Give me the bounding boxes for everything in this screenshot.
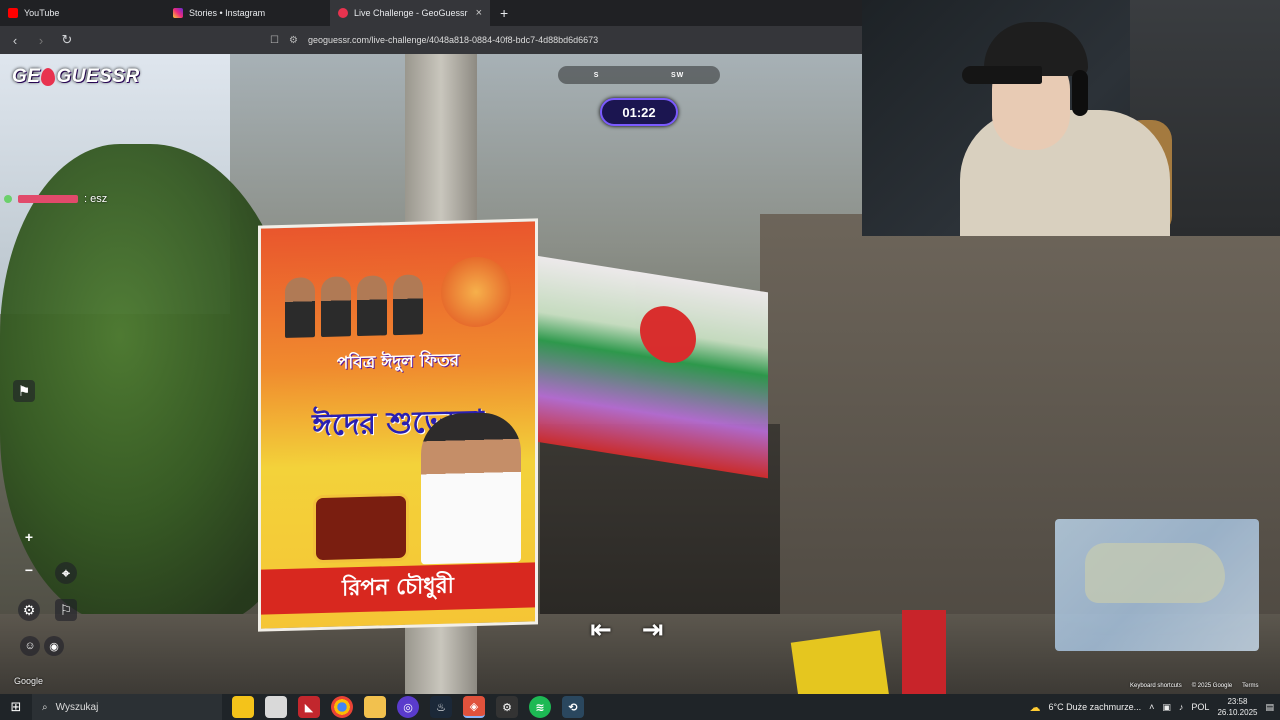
taskbar-apps: ◣ ◎ ♨ ◈ ⚙ ≋ ⟲ xyxy=(232,696,584,718)
poster-portraits xyxy=(285,264,435,338)
tab-title: Stories • Instagram xyxy=(189,8,266,18)
eid-poster: পবিত্র ঈদুল ফিতর ঈদের শুভেচ্ছা রিপন চৌধু… xyxy=(258,218,538,632)
green-banner xyxy=(536,255,768,479)
network-icon[interactable]: ▣ xyxy=(1162,702,1171,713)
face xyxy=(357,275,387,337)
forward-button[interactable]: › xyxy=(34,33,48,48)
folder-icon[interactable] xyxy=(364,696,386,718)
logo-text-left: GE xyxy=(12,66,41,87)
windows-start-icon[interactable]: ⊞ xyxy=(0,699,32,715)
taskbar-search[interactable]: ⌕ Wyszukaj xyxy=(32,694,222,720)
instagram-icon xyxy=(173,8,183,18)
close-tab-icon[interactable]: × xyxy=(476,7,482,19)
file-explorer-icon[interactable] xyxy=(265,696,287,718)
tab-title: YouTube xyxy=(24,8,60,18)
youtube-icon xyxy=(8,8,18,18)
chevron-up-icon[interactable]: ˄ xyxy=(1149,702,1154,712)
poster-portrait xyxy=(421,411,521,565)
face xyxy=(321,276,351,338)
player-icon[interactable]: ☺ xyxy=(20,636,40,656)
screen: YouTube Stories • Instagram Live Challen… xyxy=(0,0,1280,720)
compass-label-s: S xyxy=(593,71,600,79)
compass-strip: S SW xyxy=(558,66,720,84)
geoguessr-pin-icon xyxy=(338,8,348,18)
map-pin-icon xyxy=(41,68,56,86)
browser-active-icon[interactable]: ◈ xyxy=(463,696,485,718)
webcam-overlay xyxy=(862,0,1280,236)
username-redacted xyxy=(18,195,78,203)
settings-gear-icon[interactable]: ⚙ xyxy=(18,599,40,621)
address-bar-row: ‹ › ↻ ☐ ⚙ geoguessr.com/live-challenge/4… xyxy=(0,26,862,54)
windows-taskbar: ⊞ ⌕ Wyszukaj ◣ ◎ ♨ ◈ ⚙ ≋ ⟲ ☁ 6°C Duże za… xyxy=(0,694,1280,720)
bookmark-icon[interactable]: ☐ xyxy=(270,35,279,46)
yellow-flag xyxy=(790,630,896,694)
logo-text-right: GUESSR xyxy=(56,66,140,87)
compass-label-sw: SW xyxy=(670,71,685,79)
flag-checkpoint-icon[interactable]: ⚐ xyxy=(55,599,77,621)
user-status-icon xyxy=(4,195,12,203)
clock-time: 23:58 xyxy=(1227,697,1248,706)
zoom-out-button[interactable]: − xyxy=(18,559,40,581)
steam-2-icon[interactable]: ⟲ xyxy=(562,696,584,718)
street-view-arrows[interactable]: ⇤⇥ xyxy=(590,614,694,645)
zoom-in-button[interactable]: + xyxy=(18,526,40,548)
map-land xyxy=(1085,543,1225,603)
volume-icon[interactable]: ♪ xyxy=(1179,702,1184,712)
search-placeholder: Wyszukaj xyxy=(55,701,99,713)
language-indicator[interactable]: POL xyxy=(1191,702,1209,712)
back-button[interactable]: ‹ xyxy=(8,33,22,48)
face xyxy=(285,277,315,338)
tab-youtube[interactable]: YouTube xyxy=(0,0,165,26)
url-field[interactable]: ☐ ⚙ geoguessr.com/live-challenge/4048a81… xyxy=(266,30,854,50)
search-icon: ⌕ xyxy=(42,701,48,713)
chat-message: : esz xyxy=(4,193,107,205)
headphones xyxy=(1072,70,1088,116)
google-watermark: Google xyxy=(14,676,44,686)
trees xyxy=(0,144,300,624)
reload-button[interactable]: ↻ xyxy=(60,32,74,48)
clock-date: 26.10.2025 xyxy=(1217,708,1258,717)
report-icon[interactable]: ⚑ xyxy=(13,380,35,402)
sticky-notes-icon[interactable] xyxy=(232,696,254,718)
poster-badge xyxy=(313,492,409,564)
keyboard-shortcuts-link[interactable]: Keyboard shortcuts xyxy=(1130,683,1182,689)
red-sign xyxy=(902,610,946,694)
terms-link[interactable]: Terms xyxy=(1242,683,1258,689)
steam-icon[interactable]: ♨ xyxy=(430,696,452,718)
poster-emblem xyxy=(441,256,511,328)
url-text: geoguessr.com/live-challenge/4048a818-08… xyxy=(307,35,599,45)
clock[interactable]: 23:58 26.10.2025 xyxy=(1217,696,1257,718)
obs-icon[interactable]: ◎ xyxy=(397,696,419,718)
chat-text: : esz xyxy=(84,193,108,205)
spotify-icon[interactable]: ≋ xyxy=(529,696,551,718)
cap-brim xyxy=(962,66,1042,84)
new-tab-button[interactable]: + xyxy=(490,0,518,26)
system-tray: ☁ 6°C Duże zachmurze... ˄ ▣ ♪ POL 23:58 … xyxy=(1030,696,1280,718)
guess-minimap[interactable] xyxy=(1055,519,1259,651)
tab-geoguessr[interactable]: Live Challenge - GeoGuessr × xyxy=(330,0,490,26)
notifications-icon[interactable]: ▤ xyxy=(1265,702,1274,713)
banner-emblem xyxy=(640,302,696,367)
browser-tab-bar: YouTube Stories • Instagram Live Challen… xyxy=(0,0,862,26)
chrome-icon[interactable] xyxy=(331,696,353,718)
geoguessr-logo[interactable]: GE GUESSR xyxy=(12,66,140,88)
map-copyright: © 2025 Google xyxy=(1191,683,1233,689)
weather-icon: ☁ xyxy=(1029,701,1041,714)
poster-heading: পবিত্র ঈদুল ফিতর xyxy=(336,350,460,374)
poster-name: রিপন চৌধুরী xyxy=(261,562,535,615)
weather-text[interactable]: 6°C Duże zachmurze... xyxy=(1049,702,1142,712)
site-info-icon[interactable]: ⚙ xyxy=(289,35,298,46)
settings-app-icon[interactable]: ⚙ xyxy=(496,696,518,718)
camera-icon[interactable]: ◉ xyxy=(44,636,64,656)
face xyxy=(393,274,423,336)
map-footer: Keyboard shortcuts © 2025 Google Terms xyxy=(1130,683,1259,689)
tab-title: Live Challenge - GeoGuessr xyxy=(354,8,468,18)
capcut-icon[interactable]: ◣ xyxy=(298,696,320,718)
tab-instagram[interactable]: Stories • Instagram xyxy=(165,0,330,26)
round-timer: 01:22 xyxy=(600,98,678,126)
return-to-start-icon[interactable]: ⌖ xyxy=(55,562,77,584)
